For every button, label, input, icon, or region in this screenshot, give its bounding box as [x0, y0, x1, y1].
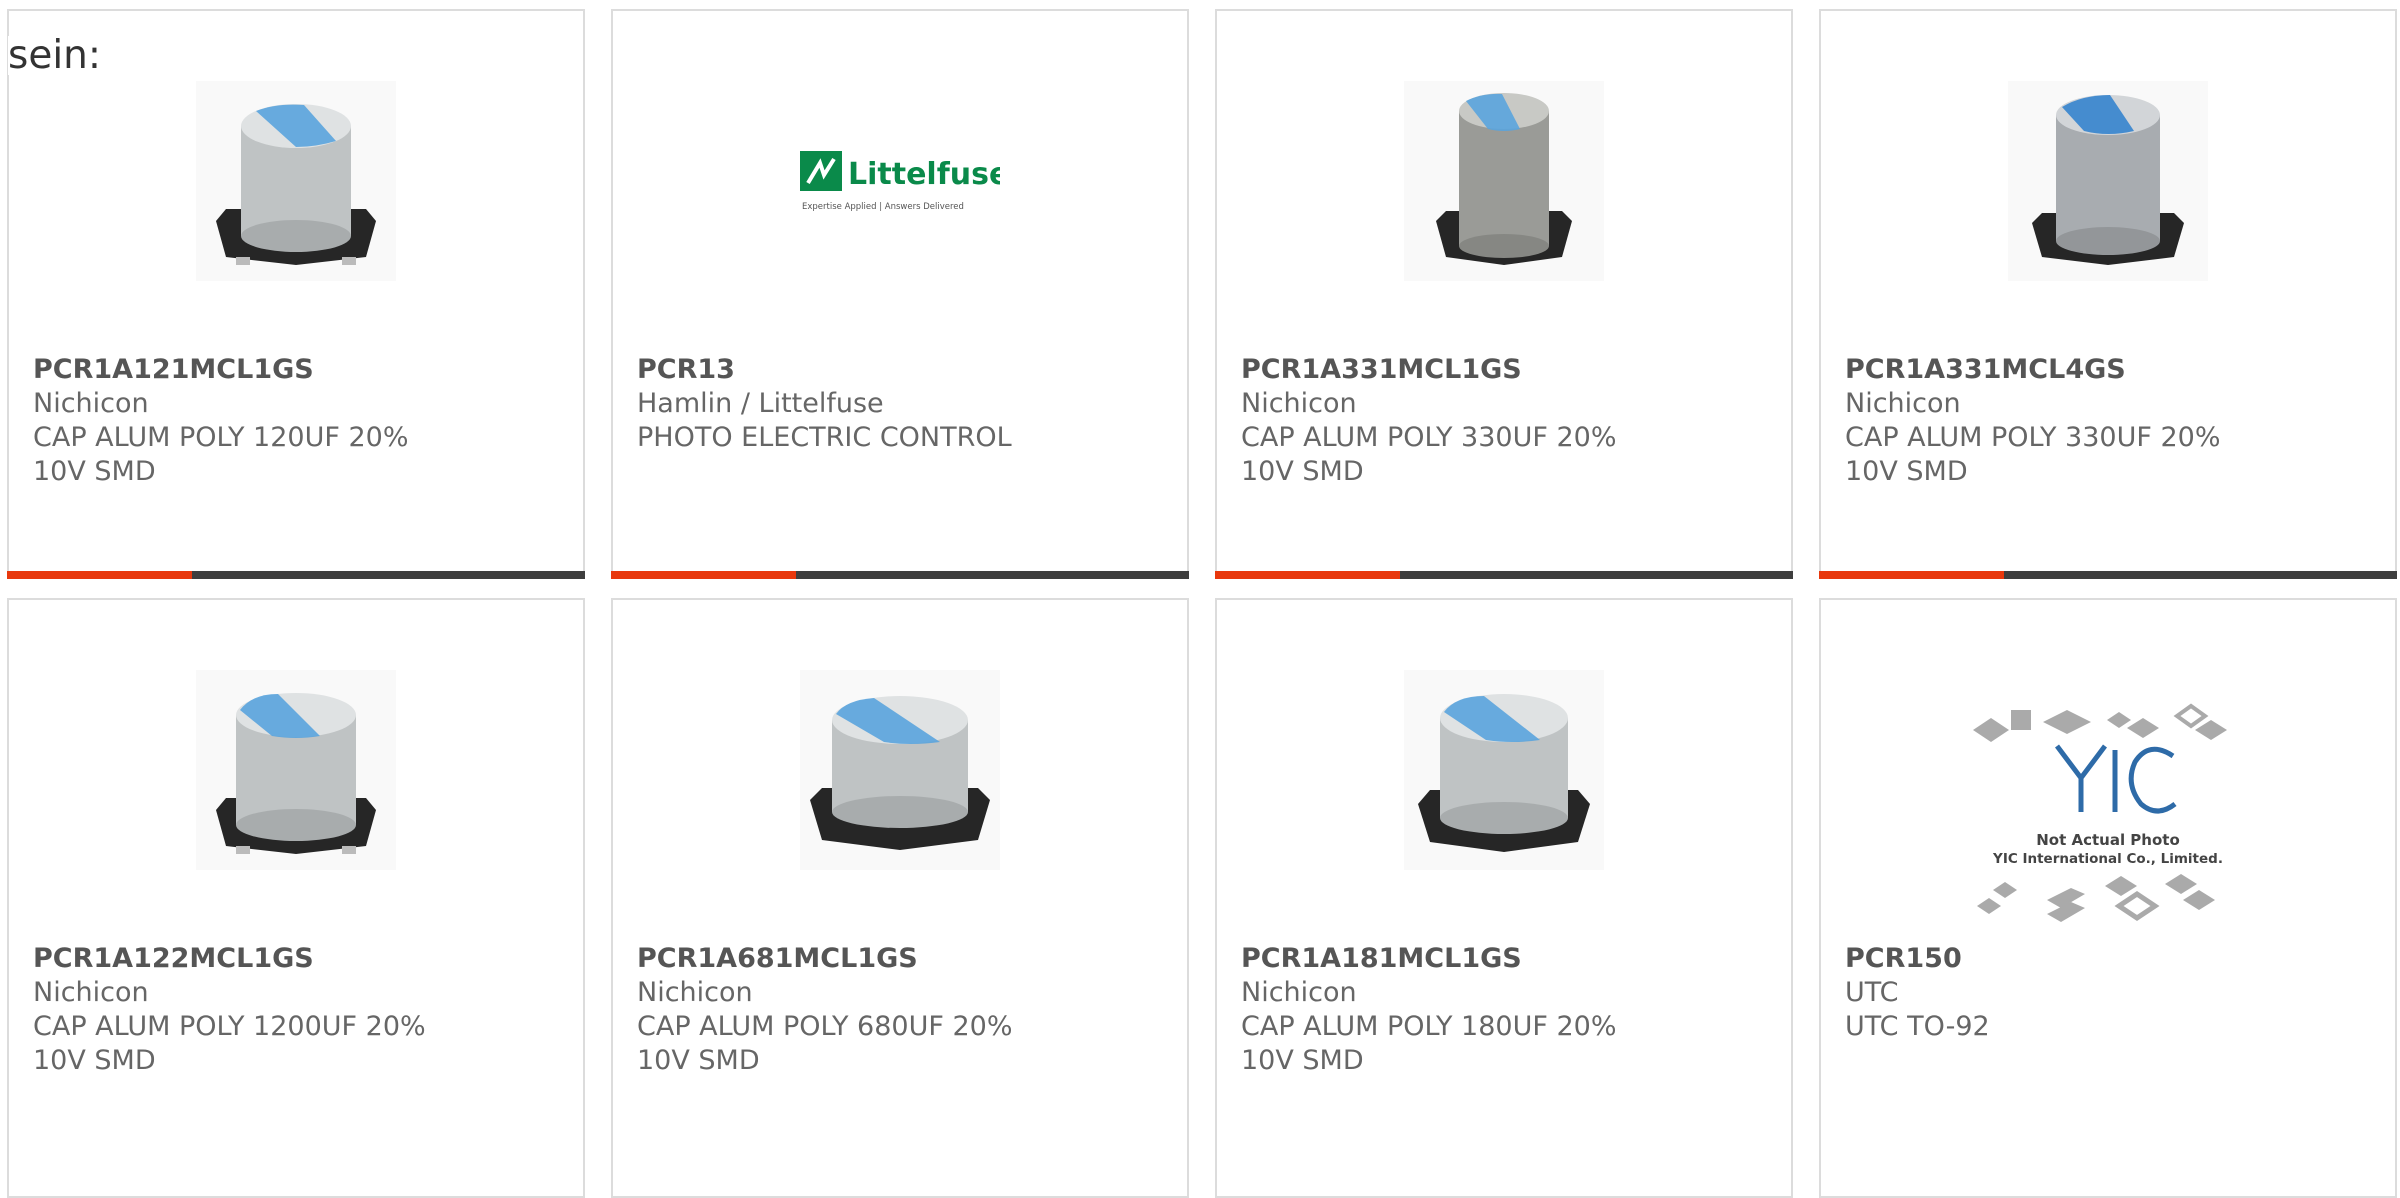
product-card[interactable]: PCR1A122MCL1GS Nichicon CAP ALUM POLY 12… [7, 598, 585, 1198]
logo-tagline: Expertise Applied | Answers Delivered [802, 202, 964, 212]
manufacturer: Hamlin / Littelfuse [637, 388, 884, 419]
product-card[interactable]: PCR1A121MCL1GS Nichicon CAP ALUM POLY 12… [7, 9, 585, 579]
product-grid: PCR1A121MCL1GS Nichicon CAP ALUM POLY 12… [0, 0, 2400, 1198]
capacitor-image [216, 693, 376, 854]
manufacturer: Nichicon [1241, 977, 1357, 1008]
product-image[interactable] [800, 670, 1000, 870]
manufacturer: Nichicon [1241, 388, 1357, 419]
part-number[interactable]: PCR1A121MCL1GS [33, 353, 463, 387]
product-card[interactable]: PCR1A681MCL1GS Nichicon CAP ALUM POLY 68… [611, 598, 1189, 1198]
placeholder-line-1: Not Actual Photo [2036, 831, 2180, 849]
part-number[interactable]: PCR13 [637, 353, 1067, 387]
product-info: PCR1A121MCL1GS Nichicon CAP ALUM POLY 12… [33, 353, 463, 489]
product-info: PCR13 Hamlin / Littelfuse PHOTO ELECTRIC… [637, 353, 1067, 455]
capacitor-image [1418, 694, 1590, 852]
manufacturer: Nichicon [33, 977, 149, 1008]
not-actual-photo: Not Actual Photo YIC International Co., … [1973, 703, 2227, 922]
product-card[interactable]: Not Actual Photo YIC International Co., … [1819, 598, 2397, 1198]
manufacturer: Nichicon [637, 977, 753, 1008]
part-number[interactable]: PCR1A122MCL1GS [33, 942, 463, 976]
product-image[interactable]: Littelfuse Expertise Applied | Answers D… [800, 81, 1000, 281]
part-number[interactable]: PCR1A181MCL1GS [1241, 942, 1671, 976]
part-number[interactable]: PCR150 [1845, 942, 2275, 976]
product-image[interactable]: Not Actual Photo YIC International Co., … [1973, 680, 2243, 940]
description: PHOTO ELECTRIC CONTROL [637, 422, 1012, 453]
manufacturer: Nichicon [1845, 388, 1961, 419]
description: CAP ALUM POLY 1200UF 20% 10V SMD [33, 1011, 426, 1076]
part-number[interactable]: PCR1A331MCL1GS [1241, 353, 1671, 387]
product-card[interactable]: PCR1A331MCL4GS Nichicon CAP ALUM POLY 33… [1819, 9, 2397, 579]
product-info: PCR1A331MCL4GS Nichicon CAP ALUM POLY 33… [1845, 353, 2275, 489]
product-card[interactable]: PCR1A181MCL1GS Nichicon CAP ALUM POLY 18… [1215, 598, 1793, 1198]
product-image[interactable] [1404, 81, 1604, 281]
product-image[interactable] [196, 670, 396, 870]
product-info: PCR1A681MCL1GS Nichicon CAP ALUM POLY 68… [637, 942, 1067, 1078]
description: CAP ALUM POLY 330UF 20% 10V SMD [1241, 422, 1617, 487]
product-image[interactable] [196, 81, 396, 281]
capacitor-image [1436, 93, 1572, 265]
manufacturer: Nichicon [33, 388, 149, 419]
card-progress-bar [7, 571, 585, 579]
part-number[interactable]: PCR1A331MCL4GS [1845, 353, 2275, 387]
description: CAP ALUM POLY 180UF 20% 10V SMD [1241, 1011, 1617, 1076]
description: CAP ALUM POLY 330UF 20% 10V SMD [1845, 422, 2221, 487]
product-card[interactable]: PCR1A331MCL1GS Nichicon CAP ALUM POLY 33… [1215, 9, 1793, 579]
description: CAP ALUM POLY 680UF 20% 10V SMD [637, 1011, 1013, 1076]
product-info: PCR1A181MCL1GS Nichicon CAP ALUM POLY 18… [1241, 942, 1671, 1078]
capacitor-image [810, 696, 990, 850]
product-info: PCR1A122MCL1GS Nichicon CAP ALUM POLY 12… [33, 942, 463, 1078]
product-info: PCR1A331MCL1GS Nichicon CAP ALUM POLY 33… [1241, 353, 1671, 489]
capacitor-image [216, 104, 376, 265]
card-progress-bar [611, 571, 1189, 579]
placeholder-line-2: YIC International Co., Limited. [1992, 851, 2223, 867]
card-progress-bar [1215, 571, 1793, 579]
description: UTC TO-92 [1845, 1011, 1990, 1042]
capacitor-image [2032, 95, 2184, 265]
product-info: PCR150 UTC UTC TO-92 [1845, 942, 2275, 1044]
littelfuse-logo: Littelfuse Expertise Applied | Answers D… [800, 151, 1000, 212]
manufacturer: UTC [1845, 977, 1899, 1008]
intro-text: sein: [8, 36, 106, 75]
description: CAP ALUM POLY 120UF 20% 10V SMD [33, 422, 409, 487]
product-image[interactable] [2008, 81, 2208, 281]
part-number[interactable]: PCR1A681MCL1GS [637, 942, 1067, 976]
logo-name: Littelfuse [848, 157, 1000, 192]
product-card[interactable]: Littelfuse Expertise Applied | Answers D… [611, 9, 1189, 579]
card-progress-bar [1819, 571, 2397, 579]
product-image[interactable] [1404, 670, 1604, 870]
